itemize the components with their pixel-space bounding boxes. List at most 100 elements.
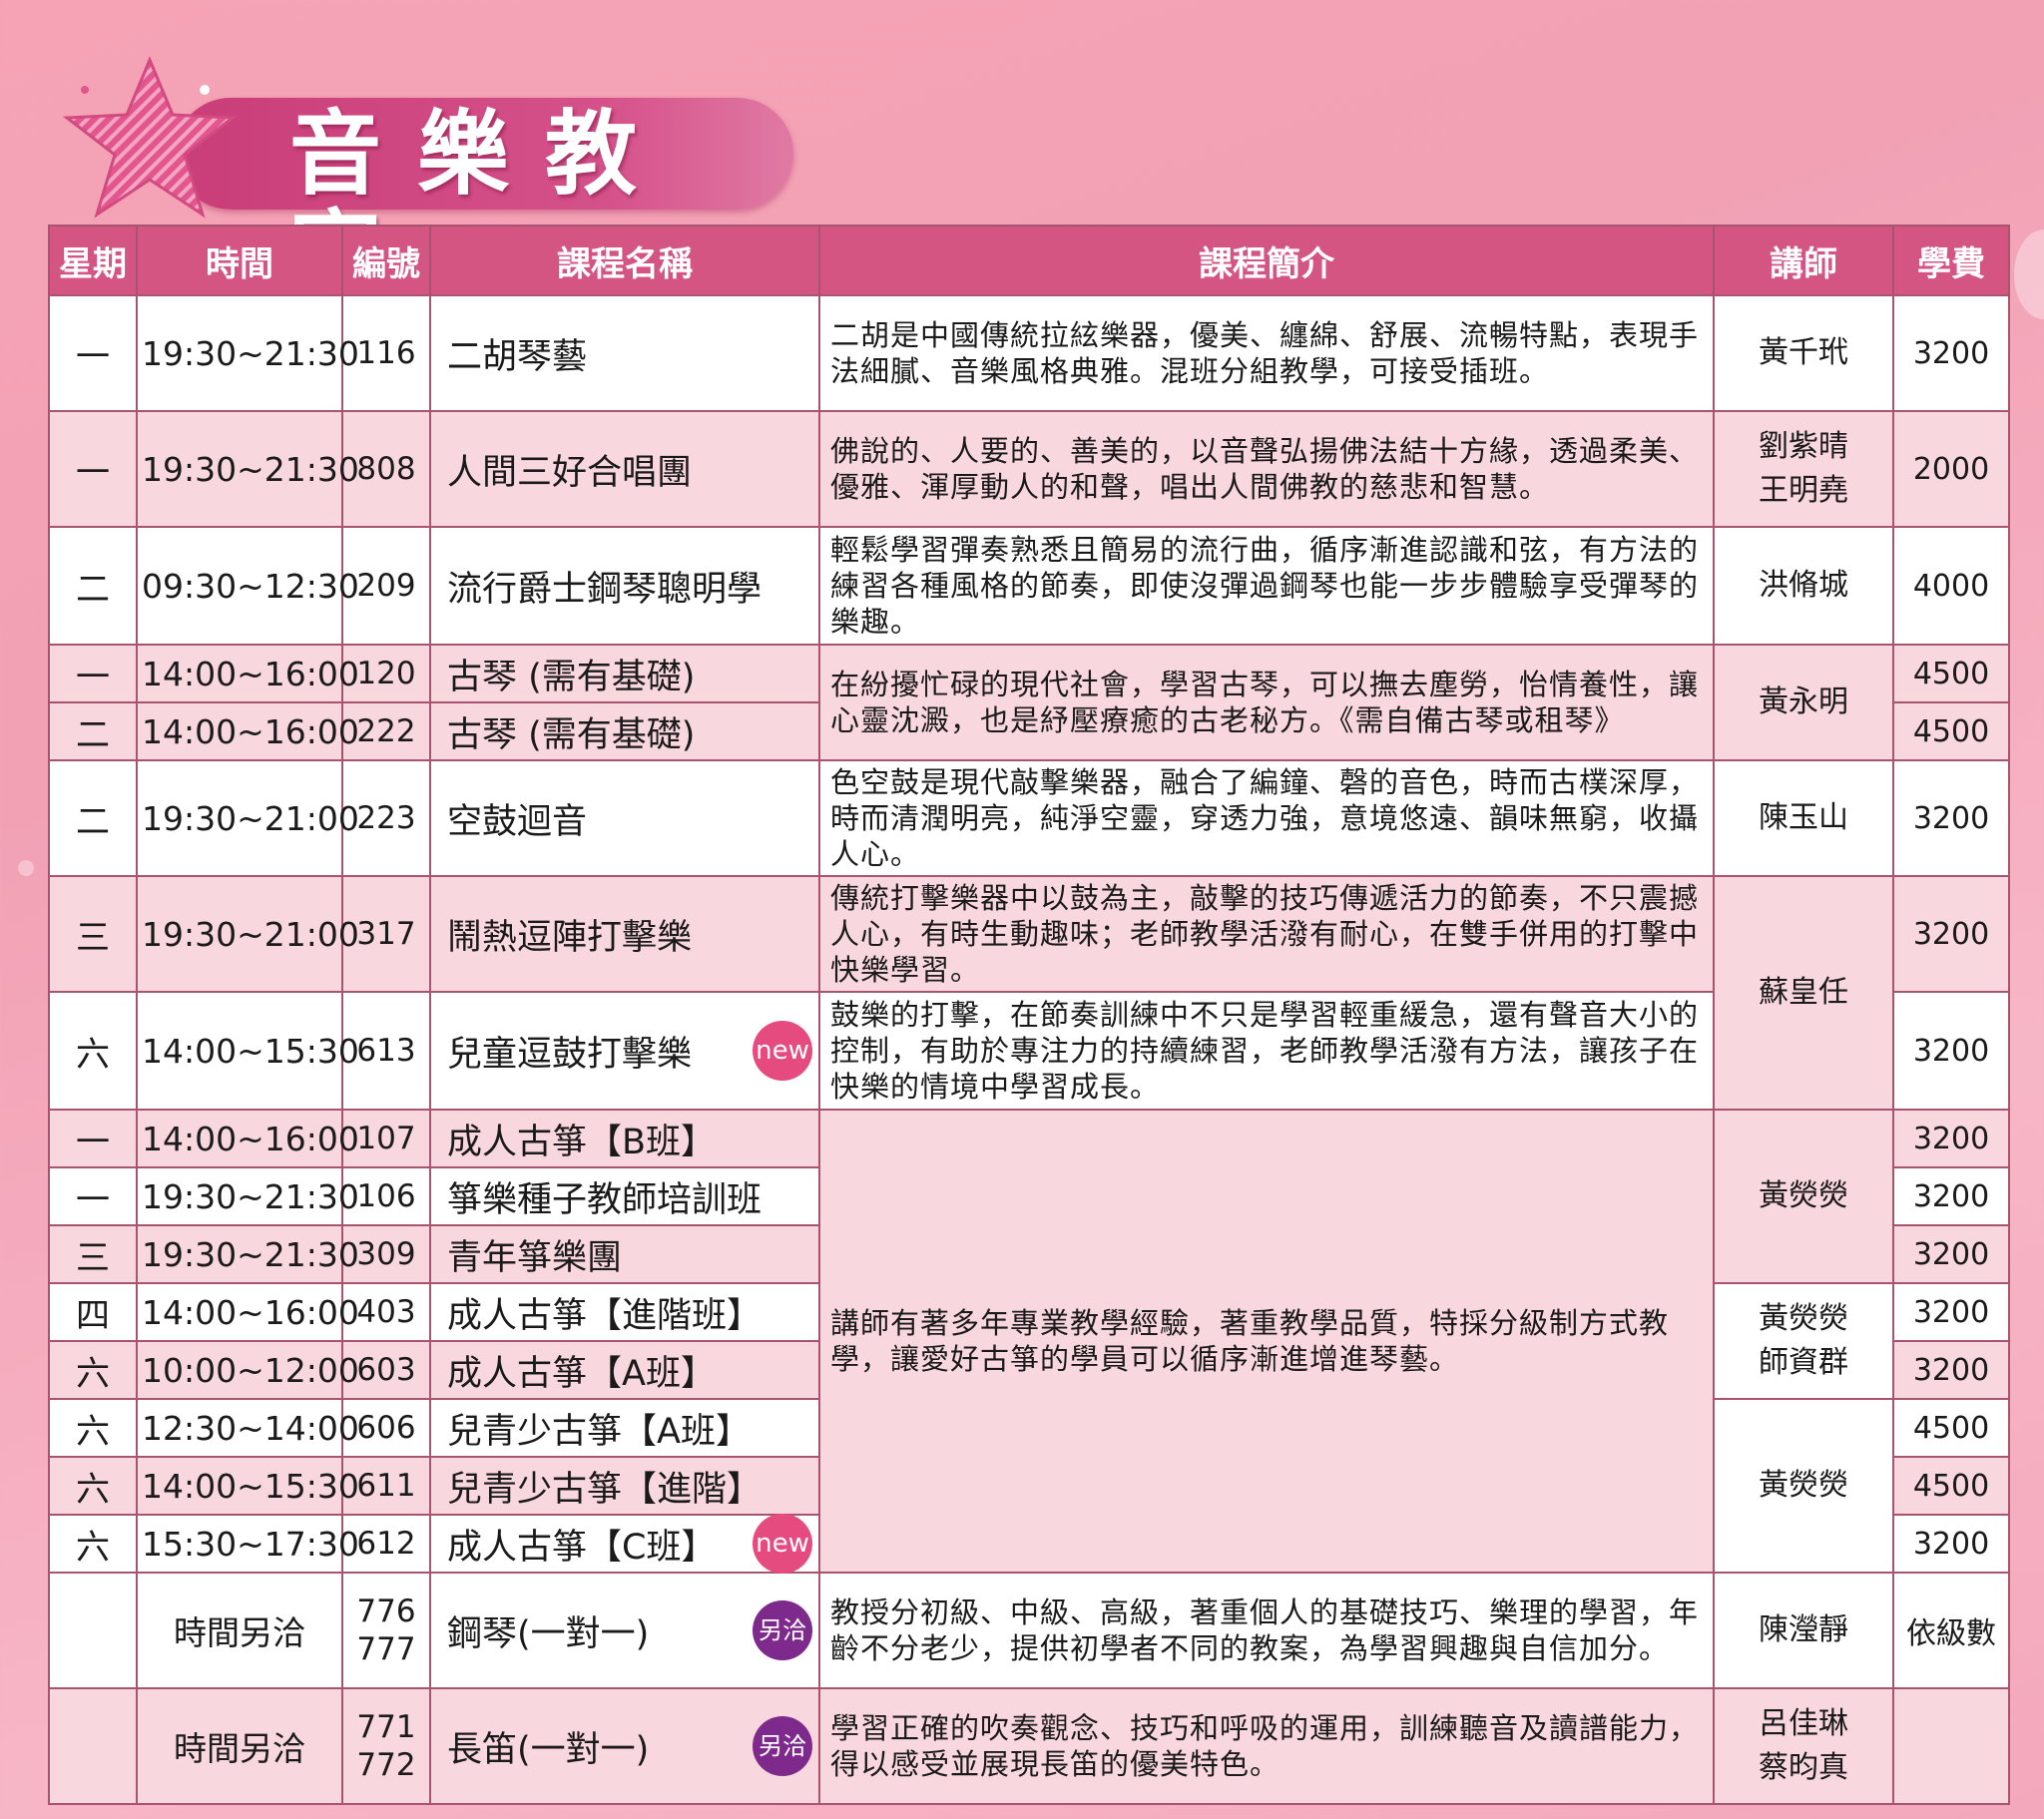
time-cell: 19:30~21:30: [136, 1166, 359, 1226]
time-cell: 10:00~12:00: [136, 1340, 359, 1400]
header-day: 星期: [48, 225, 138, 296]
course-name-cell: 鬧熱逗陣打擊樂: [429, 875, 820, 993]
fee-cell: 4500: [1892, 644, 2010, 703]
teacher-cell: 呂佳琳 蔡昀真: [1713, 1687, 1894, 1805]
decor-dot: [18, 860, 34, 876]
teacher-cell: 黃熒熒: [1713, 1109, 1894, 1284]
teacher-cell: 陳玉山: [1713, 759, 1894, 877]
code-cell: 776 777: [341, 1572, 431, 1689]
page-title: 音樂教室: [289, 101, 674, 304]
fee-cell: 3200: [1892, 1514, 2010, 1574]
fee-cell: 4500: [1892, 1456, 2010, 1516]
fee-cell: 3200: [1892, 1166, 2010, 1226]
day-cell: 一: [48, 1166, 138, 1226]
teacher-cell: 蘇皇任: [1713, 875, 1894, 1111]
arrange-badge: 另洽: [753, 1600, 812, 1660]
day-cell: [48, 1687, 138, 1805]
course-name-cell: 成人古箏【進階班】: [429, 1282, 820, 1342]
course-name: 長笛(一對一): [447, 1729, 650, 1770]
header-time: 時間: [136, 225, 343, 296]
course-name-cell: 鋼琴(一對一) 另洽: [429, 1572, 820, 1689]
time-cell: 14:00~15:30: [136, 991, 359, 1111]
teacher-cell: 黃永明: [1713, 644, 1894, 761]
teacher-cell: 洪脩城: [1713, 526, 1894, 646]
teacher-name: 呂佳琳: [1759, 1706, 1848, 1741]
course-name-cell: 青年箏樂團: [429, 1224, 820, 1284]
course-name-cell: 兒童逗鼓打擊樂 new: [429, 991, 820, 1111]
header-description: 課程簡介: [818, 225, 1715, 296]
day-cell: 六: [48, 1340, 138, 1400]
day-cell: 六: [48, 1398, 138, 1458]
page-header: 音樂教室: [55, 50, 793, 304]
fee-cell: 3200: [1892, 1109, 2010, 1168]
time-cell: 15:30~17:30: [136, 1514, 359, 1574]
description-cell: 二胡是中國傳統拉絃樂器，優美、纏綿、舒展、流暢特點，表現手法細膩、音樂風格典雅。…: [818, 294, 1715, 412]
time-cell: 19:30~21:30: [136, 294, 359, 412]
description-cell: 傳統打擊樂器中以鼓為主，敲擊的技巧傳遞活力的節奏，不只震撼人心，有時生動趣味；老…: [818, 875, 1715, 993]
day-cell: 三: [48, 875, 138, 993]
fee-cell: 3200: [1892, 294, 2010, 412]
course-name-cell: 兒青少古箏【A班】: [429, 1398, 820, 1458]
course-name-cell: 兒青少古箏【進階】: [429, 1456, 820, 1516]
course-name: 兒童逗鼓打擊樂: [447, 1034, 693, 1075]
fee-cell: 3200: [1892, 1282, 2010, 1342]
new-badge: new: [753, 1021, 812, 1081]
table-row: 三 19:30~21:00 317 鬧熱逗陣打擊樂 傳統打擊樂器中以鼓為主，敲擊…: [48, 875, 2010, 1111]
decor-dot: [2014, 229, 2044, 319]
header-fee: 學費: [1892, 225, 2010, 296]
fee-cell: 依級數: [1892, 1572, 2010, 1689]
fee-cell: 3200: [1892, 1340, 2010, 1400]
fee-cell: 3200: [1892, 991, 2010, 1111]
fee-cell: 3200: [1892, 875, 2010, 993]
table-header-row: 星期 時間 編號 課程名稱 課程簡介 講師 學費: [48, 225, 2010, 296]
description-cell: 鼓樂的打擊，在節奏訓練中不只是學習輕重緩急，還有聲音大小的控制，有助於專注力的持…: [818, 991, 1715, 1111]
teacher-cell: 黃熒熒: [1713, 1398, 1894, 1574]
teacher-cell: 黃熒熒 師資群: [1713, 1282, 1894, 1400]
time-cell: 14:00~16:00: [136, 1282, 359, 1342]
teacher-name: 王明堯: [1759, 473, 1848, 508]
time-cell: 時間另洽: [136, 1687, 343, 1805]
header-course-name: 課程名稱: [429, 225, 820, 296]
description-cell: 學習正確的吹奏觀念、技巧和呼吸的運用，訓練聽音及讀譜能力，得以感受並展現長笛的優…: [818, 1687, 1715, 1805]
course-name-cell: 流行爵士鋼琴聰明學: [429, 526, 820, 646]
course-name-cell: 成人古箏【B班】: [429, 1109, 820, 1168]
day-cell: 六: [48, 1456, 138, 1516]
time-cell: 09:30~12:30: [136, 526, 359, 646]
header-teacher: 講師: [1713, 225, 1894, 296]
day-cell: 六: [48, 991, 138, 1111]
day-cell: 一: [48, 410, 138, 528]
course-name-cell: 箏樂種子教師培訓班: [429, 1166, 820, 1226]
day-cell: 二: [48, 701, 138, 761]
description-cell: 佛說的、人要的、善美的，以音聲弘揚佛法結十方緣，透過柔美、優雅、渾厚動人的和聲，…: [818, 410, 1715, 528]
code-cell: 771 772: [341, 1687, 431, 1805]
fee-cell: 4000: [1892, 526, 2010, 646]
course-name: 鋼琴(一對一): [447, 1613, 650, 1654]
day-cell: 二: [48, 759, 138, 877]
time-cell: 14:00~16:00: [136, 1109, 359, 1168]
fee-cell: 4500: [1892, 701, 2010, 761]
day-cell: 一: [48, 294, 138, 412]
table-row: 一 19:30~21:30 808 人間三好合唱團 佛說的、人要的、善美的，以音…: [48, 410, 2010, 528]
time-cell: 14:00~15:30: [136, 1456, 359, 1516]
course-code: 771: [356, 1709, 416, 1745]
table-row: 一 19:30~21:30 116 二胡琴藝 二胡是中國傳統拉絃樂器，優美、纏綿…: [48, 294, 2010, 412]
arrange-badge: 另洽: [753, 1716, 812, 1776]
course-name-cell: 成人古箏【A班】: [429, 1340, 820, 1400]
course-code: 772: [356, 1747, 416, 1783]
table-row: 時間另洽 776 777 鋼琴(一對一) 另洽 教授分初級、中級、高級，著重個人的基…: [48, 1572, 2010, 1689]
course-name-cell: 二胡琴藝: [429, 294, 820, 412]
fee-cell: 4500: [1892, 1398, 2010, 1458]
course-code: 776: [356, 1593, 416, 1629]
teacher-name: 蔡昀真: [1759, 1750, 1848, 1785]
course-code: 777: [356, 1631, 416, 1667]
table-row: 一 14:00~16:00 120 古琴 (需有基礎) 在紛擾忙碌的現代社會，學…: [48, 644, 2010, 761]
description-cell: 教授分初級、中級、高級，著重個人的基礎技巧、樂理的學習，年齡不分老少，提供初學者…: [818, 1572, 1715, 1689]
fee-cell: 3200: [1892, 1224, 2010, 1284]
day-cell: 一: [48, 1109, 138, 1168]
header-code: 編號: [341, 225, 431, 296]
teacher-cell: 劉紫晴 王明堯: [1713, 410, 1894, 528]
fee-cell: 3200: [1892, 759, 2010, 877]
time-cell: 12:30~14:00: [136, 1398, 359, 1458]
teacher-cell: 黃千玳: [1713, 294, 1894, 412]
day-cell: 二: [48, 526, 138, 646]
